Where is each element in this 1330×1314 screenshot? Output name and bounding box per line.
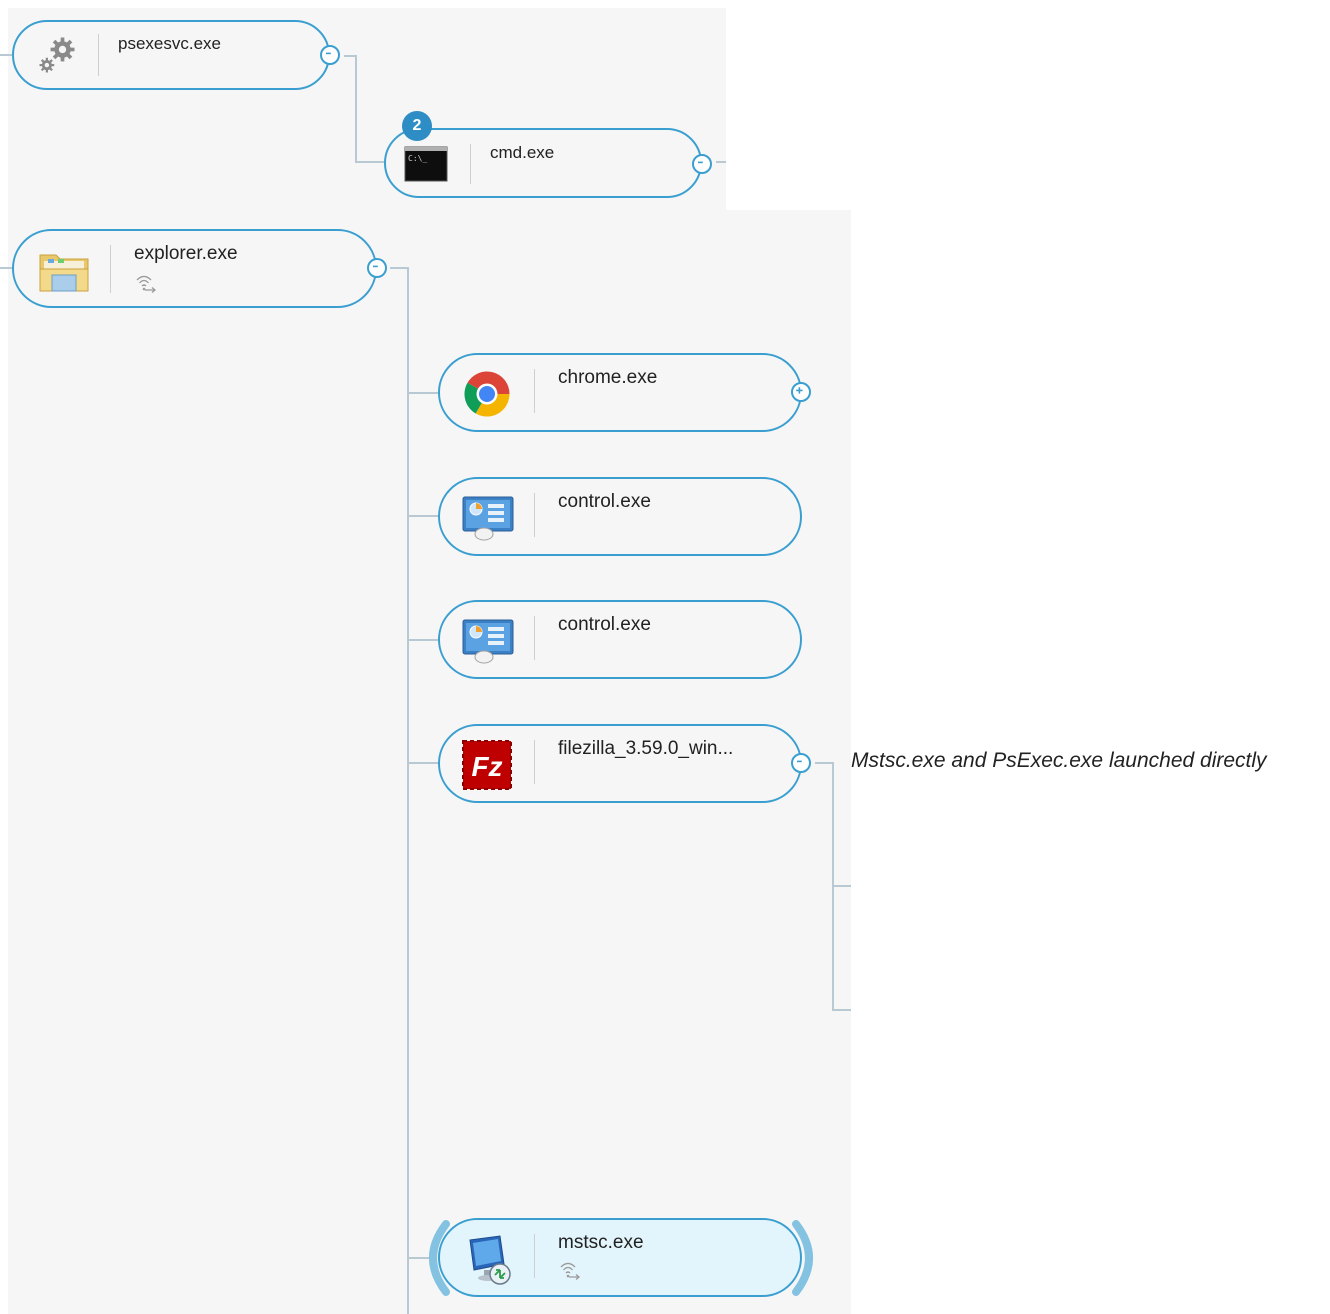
process-node-chrome[interactable]: chrome.exe [438, 353, 802, 432]
control-panel-icon [462, 495, 514, 541]
node-divider [534, 1234, 535, 1278]
node-divider [470, 144, 471, 184]
process-name-control-1: control.exe [558, 491, 651, 512]
minus-icon [698, 161, 703, 164]
filezilla-icon: Fz [462, 740, 512, 790]
minus-icon [797, 760, 802, 763]
console-prompt-text: C:\_ [408, 154, 427, 163]
process-name-explorer: explorer.exe [134, 243, 238, 264]
process-name-psexesvc: psexesvc.exe [118, 34, 221, 53]
minus-icon [373, 265, 378, 268]
collapse-toggle-explorer[interactable] [367, 258, 387, 278]
node-divider [534, 369, 535, 413]
network-activity-icon [558, 1260, 582, 1280]
chrome-icon [462, 369, 512, 419]
process-name-mstsc: mstsc.exe [558, 1232, 644, 1253]
console-icon: C:\_ [404, 144, 448, 184]
control-panel-icon [462, 618, 514, 664]
process-node-filezilla[interactable]: Fz filezilla_3.59.0_win... [438, 724, 802, 803]
collapse-toggle-filezilla[interactable] [791, 753, 811, 773]
annotation-text: Mstsc.exe and PsExec.exe launched direct… [851, 749, 1267, 772]
node-divider [534, 740, 535, 784]
gears-icon [34, 32, 80, 78]
process-node-psexesvc[interactable]: psexesvc.exe [12, 20, 330, 90]
process-name-cmd: cmd.exe [490, 143, 555, 162]
node-divider [110, 245, 111, 293]
process-node-control-1[interactable]: control.exe [438, 477, 802, 556]
folder-icon [38, 247, 90, 295]
collapse-toggle-cmd[interactable] [692, 154, 712, 174]
node-divider [98, 34, 99, 76]
process-node-mstsc[interactable]: mstsc.exe [438, 1218, 802, 1297]
process-node-explorer[interactable]: explorer.exe [12, 229, 377, 308]
process-name-control-2: control.exe [558, 614, 651, 635]
process-name-chrome: chrome.exe [558, 367, 658, 388]
expand-toggle-chrome[interactable] [791, 382, 811, 402]
process-node-cmd[interactable]: C:\_ cmd.exe [384, 128, 702, 198]
plus-icon [796, 387, 803, 394]
collapse-toggle-psexesvc[interactable] [320, 45, 340, 65]
process-node-control-2[interactable]: control.exe [438, 600, 802, 679]
network-activity-icon [134, 273, 158, 293]
remote-desktop-icon [464, 1234, 516, 1286]
minus-icon [326, 52, 331, 55]
node-divider [534, 493, 535, 537]
process-name-filezilla: filezilla_3.59.0_win... [558, 738, 734, 759]
node-divider [534, 616, 535, 660]
filezilla-logo-text: Fz [471, 751, 502, 782]
child-count-badge: 2 [402, 111, 432, 141]
